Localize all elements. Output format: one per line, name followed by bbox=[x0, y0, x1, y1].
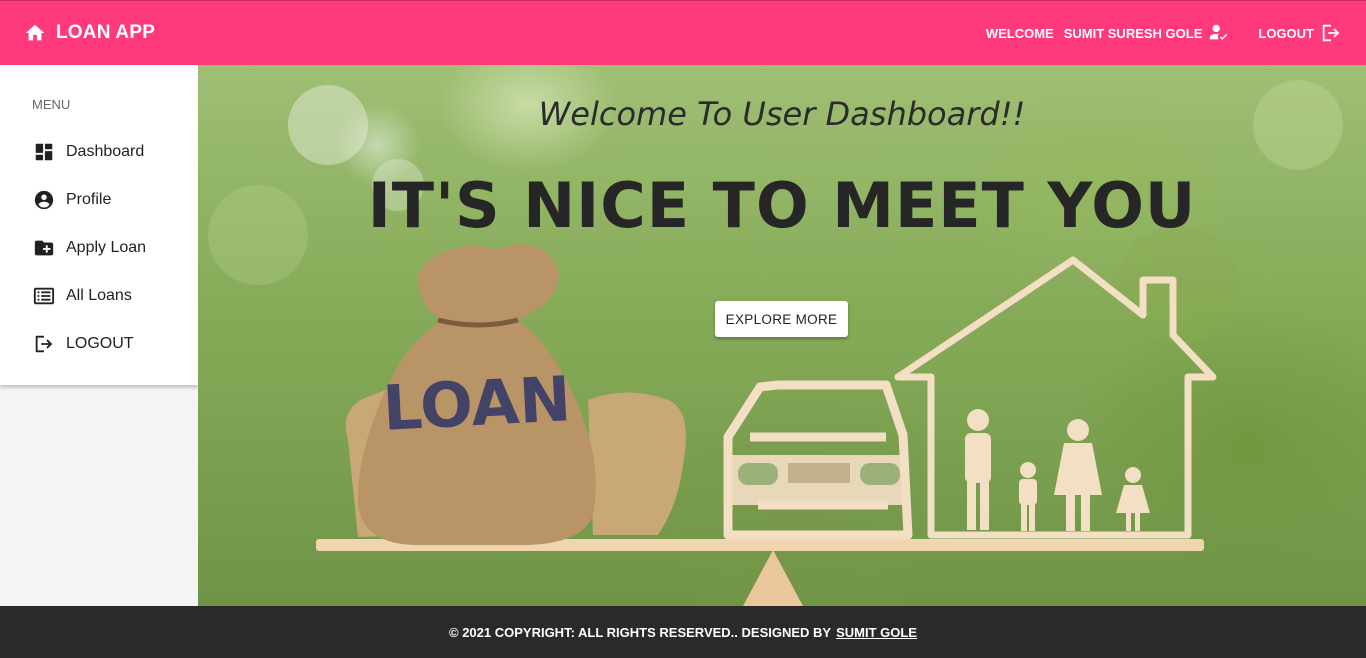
footer: © 2021 COPYRIGHT: ALL RIGHTS RESERVED.. … bbox=[0, 606, 1366, 658]
explore-more-button[interactable]: EXPLORE MORE bbox=[715, 301, 848, 337]
sidebar-item-profile[interactable]: Profile bbox=[0, 176, 198, 224]
brand[interactable]: LOAN APP bbox=[24, 22, 155, 44]
sidebar-item-label: All Loans bbox=[66, 287, 132, 304]
sidebar-item-apply-loan[interactable]: Apply Loan bbox=[0, 224, 198, 272]
top-logout-button[interactable]: LOGOUT bbox=[1258, 22, 1342, 44]
brand-title: LOAN APP bbox=[56, 22, 156, 43]
sidebar-item-label: Profile bbox=[66, 191, 112, 208]
footer-designer-link[interactable]: SUMIT GOLE bbox=[836, 625, 917, 640]
top-right-group: WELCOME SUMIT SURESH GOLE LOGOUT bbox=[986, 22, 1342, 44]
welcome-heading: Welcome To User Dashboard!! bbox=[538, 95, 1026, 133]
hero-headline: IT'S NICE TO MEET YOU bbox=[367, 169, 1197, 242]
welcome-label: WELCOME bbox=[985, 25, 1054, 41]
sidebar-item-label: Apply Loan bbox=[66, 239, 147, 256]
user-menu[interactable]: SUMIT SURESH GOLE bbox=[1064, 22, 1231, 44]
list-icon bbox=[33, 287, 55, 305]
menu-title: MENU bbox=[32, 97, 71, 112]
sidebar-item-label: Dashboard bbox=[66, 143, 145, 160]
footer-copyright: © 2021 COPYRIGHT: ALL RIGHTS RESERVED.. … bbox=[449, 624, 832, 640]
account-circle-icon bbox=[34, 190, 54, 210]
top-app-bar: LOAN APP WELCOME SUMIT SURESH GOLE LOGOU… bbox=[0, 0, 1366, 65]
loan-bag-text: LOAN bbox=[381, 362, 573, 445]
sidebar-item-dashboard[interactable]: Dashboard bbox=[0, 128, 198, 176]
sidebar-item-label: LOGOUT bbox=[66, 335, 134, 352]
folder-add-icon bbox=[34, 240, 54, 256]
logout-icon bbox=[35, 335, 53, 353]
dashboard-icon bbox=[35, 143, 53, 161]
top-logout-label: LOGOUT bbox=[1258, 25, 1314, 41]
user-check-icon bbox=[1210, 24, 1228, 40]
sidebar: MENU Dashboard Profile Apply Loan All Lo… bbox=[0, 65, 198, 385]
hero-banner: LOAN Welcome To User Dashboard!! IT'S NI… bbox=[198, 65, 1366, 606]
sidebar-item-all-loans[interactable]: All Loans bbox=[0, 272, 198, 320]
sidebar-item-logout[interactable]: LOGOUT bbox=[0, 320, 198, 368]
logout-icon bbox=[1322, 24, 1340, 42]
user-name: SUMIT SURESH GOLE bbox=[1063, 25, 1203, 41]
home-icon bbox=[25, 24, 45, 41]
